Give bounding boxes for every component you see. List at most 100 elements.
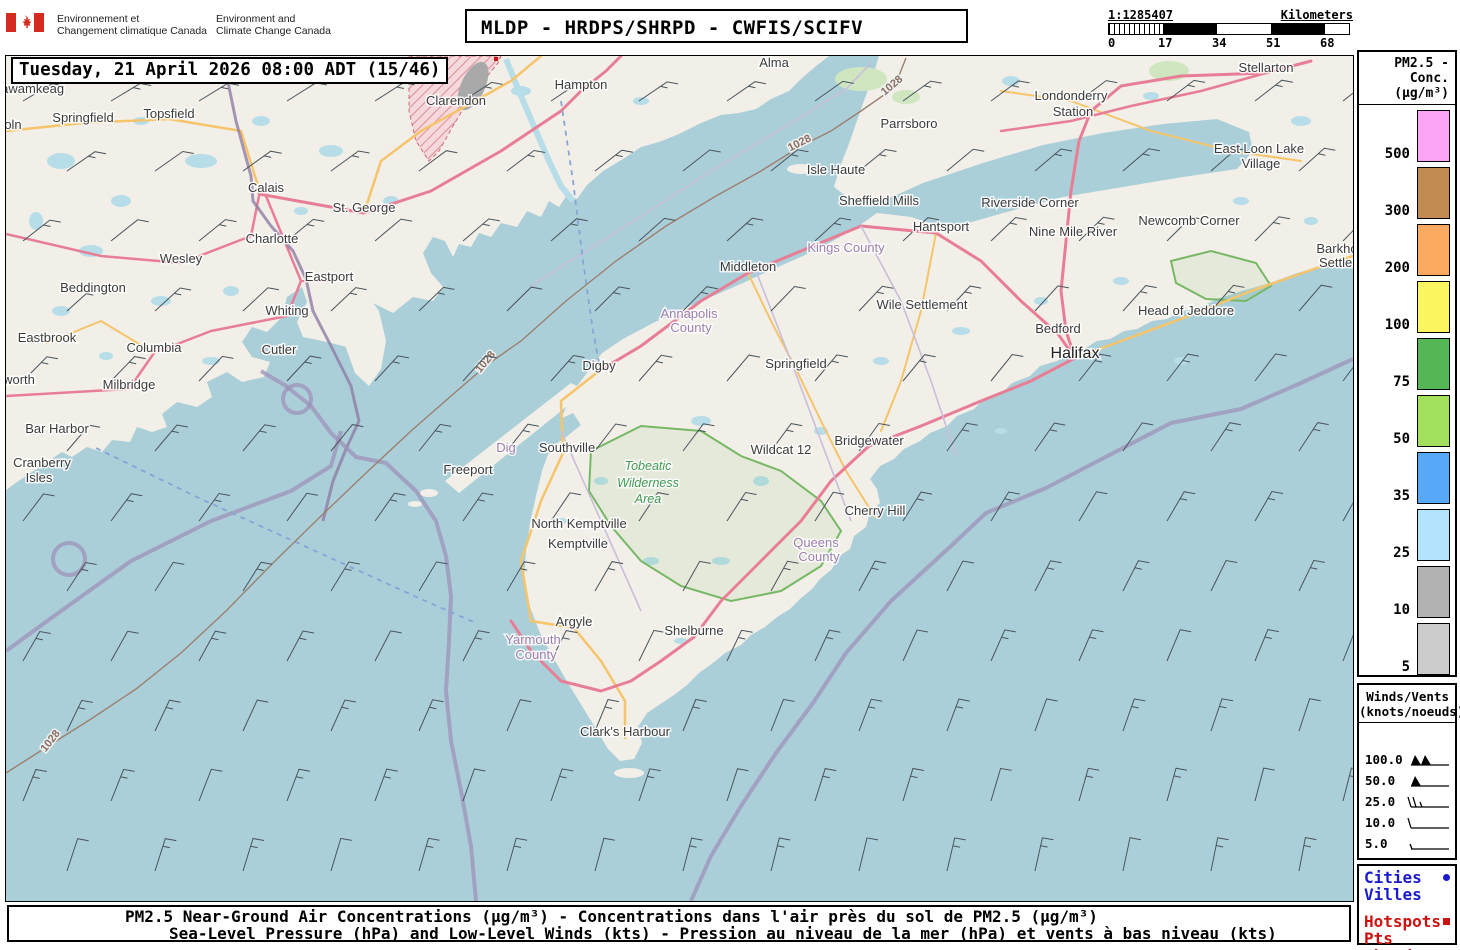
- map-place-label: Parrsboro: [880, 116, 937, 131]
- sites-legend: Cities Villes Hotspots Pts chauds: [1357, 864, 1457, 950]
- pm25-legend: PM2.5 - Conc. (µg/m³) 500 300 200 100 75 50 35…: [1357, 50, 1457, 677]
- legend-value: 5: [1401, 659, 1410, 675]
- map-drawing: 1028102810281028ttawamkeagSpringfieldTop…: [6, 56, 1353, 901]
- legend-swatch-75: [1417, 338, 1450, 390]
- map-place-label: Digby: [582, 358, 616, 373]
- hotspots-label-en: Hotspots: [1364, 912, 1442, 931]
- map-place-label: Wildcat 12: [751, 442, 812, 457]
- map-place-label: Clarendon: [426, 93, 486, 108]
- legend-row-5: 5: [1359, 618, 1455, 675]
- map-place-label: Columbia: [127, 340, 183, 355]
- map-place-label: Londonderry: [1035, 88, 1108, 103]
- map-place-label: Alma: [759, 56, 789, 70]
- legend-row-50: 50: [1359, 390, 1455, 447]
- map-place-label: Calais: [248, 180, 285, 195]
- wind-barb-icon: [1411, 775, 1449, 787]
- map-place-label: Springfield: [52, 110, 113, 125]
- legend-value: 500: [1384, 146, 1410, 162]
- map-place-label: Hantsport: [913, 219, 970, 234]
- legend-row-100: 100: [1359, 276, 1455, 333]
- wind-speed-label: 50.0: [1365, 773, 1396, 788]
- legend-row-300: 300: [1359, 162, 1455, 219]
- scale-segment: [1271, 24, 1325, 34]
- map-place-label: St. George: [333, 200, 396, 215]
- scale-tick-label: 17: [1158, 36, 1173, 50]
- legend-row-75: 75: [1359, 333, 1455, 390]
- product-title: MLDP - HRDPS/SHRPD - CWFIS/SCIFV: [465, 9, 968, 43]
- legend-value: 75: [1393, 374, 1410, 390]
- map-place-label: worth: [6, 372, 35, 387]
- legend-row-200: 200: [1359, 219, 1455, 276]
- legend-row-35: 35: [1359, 447, 1455, 504]
- legend-value: 300: [1384, 203, 1410, 219]
- map-place-label: Charlotte: [246, 231, 299, 246]
- map-place-label: County: [670, 320, 712, 335]
- city-dot-icon: [1443, 874, 1450, 881]
- map-place-label: Southville: [539, 440, 595, 455]
- scale-segment: [1163, 24, 1217, 34]
- legend-swatch-100: [1417, 281, 1450, 333]
- map-place-label: Wesley: [160, 251, 203, 266]
- legend-swatch-25: [1417, 509, 1450, 561]
- legend-swatch-50: [1417, 395, 1450, 447]
- map-place-label: Kings County: [807, 240, 885, 255]
- wind-barb-icon: [1409, 843, 1449, 850]
- hotspot-marker: [494, 57, 498, 61]
- map-place-label: Clark's Harbour: [580, 724, 671, 739]
- map-place-label: Sheffield Mills: [839, 193, 919, 208]
- legend-swatch-35: [1417, 452, 1450, 504]
- map-place-label: County: [798, 549, 840, 564]
- legend-value: 10: [1393, 602, 1410, 618]
- map-place-label: Isle Haute: [807, 162, 866, 177]
- map-place-label: Springfield: [765, 356, 826, 371]
- scale-ticks: 0 17 34 51 68: [1108, 36, 1353, 50]
- scale-tick-label: 68: [1320, 36, 1335, 50]
- map-place-label: Station: [1053, 104, 1093, 119]
- map-place-label: Nine Mile River: [1029, 224, 1118, 239]
- map-place-label: Halifax: [1051, 345, 1100, 362]
- scale-ratio: 1:1285407: [1108, 8, 1174, 22]
- map-place-label: Area: [634, 492, 661, 506]
- wind-barb-icon: [1407, 796, 1449, 808]
- map-place-label: Stellarton: [1239, 60, 1294, 75]
- wind-legend: Winds/Vents (knots/noeuds) 100.0 50.0 25.0…: [1357, 683, 1460, 860]
- map-place-label: Argyle: [556, 614, 593, 629]
- pm25-legend-title: PM2.5 - Conc. (µg/m³): [1359, 52, 1455, 105]
- map-place-label: Head of Jeddore: [1138, 303, 1234, 318]
- map-place-label: Wile Settlement: [876, 297, 967, 312]
- map-place-label: County: [515, 647, 557, 662]
- map-place-label: Freeport: [443, 462, 493, 477]
- map-place-label: Bar Harbor: [25, 421, 89, 436]
- map-place-label: Cherry Hill: [845, 503, 906, 518]
- map-place-label: Annapolis: [660, 306, 718, 321]
- map-place-label: Yarmouth: [505, 632, 560, 647]
- map-place-label: Riverside Corner: [981, 195, 1079, 210]
- legend-row-500: 500: [1359, 105, 1455, 162]
- wind-speed-label: 25.0: [1365, 794, 1396, 809]
- map-place-label: Barkho: [1316, 241, 1353, 256]
- logo-text-english: Environment and Climate Change Canada: [216, 13, 331, 37]
- wind-speed-label: 10.0: [1365, 815, 1396, 830]
- wind-barb-icon: [1407, 817, 1449, 829]
- map-canvas[interactable]: Tuesday, 21 April 2026 08:00 ADT (15/46)…: [5, 55, 1354, 902]
- wind-speed-label: 100.0: [1365, 752, 1403, 767]
- map-place-label: Isles: [26, 470, 53, 485]
- legend-swatch-200: [1417, 224, 1450, 276]
- cities-label-fr: Villes: [1364, 885, 1422, 904]
- wind-legend-row-50.0: 50.0: [1359, 770, 1455, 791]
- scale-tick-label: 0: [1108, 36, 1116, 50]
- logo-text-french: Environnement et Changement climatique C…: [57, 13, 208, 37]
- map-place-label: Bedford: [1035, 321, 1081, 336]
- wind-legend-title: Winds/Vents (knots/noeuds): [1359, 685, 1460, 723]
- map-place-label: North Kemptville: [531, 516, 626, 531]
- scale-segment: [1109, 24, 1163, 34]
- wind-barb-icon: [1411, 754, 1449, 766]
- legend-row-25: 25: [1359, 504, 1455, 561]
- map-datetime: Tuesday, 21 April 2026 08:00 ADT (15/46): [11, 57, 449, 84]
- wind-legend-row-100.0: 100.0: [1359, 749, 1455, 770]
- map-place-label: Tobeatic: [625, 459, 673, 473]
- hotspot-square-icon: [1443, 918, 1450, 925]
- legend-swatch-500: [1417, 110, 1450, 162]
- map-place-label: Cutler: [262, 342, 297, 357]
- caption-line1: PM2.5 Near-Ground Air Concentrations (µg…: [125, 907, 1098, 926]
